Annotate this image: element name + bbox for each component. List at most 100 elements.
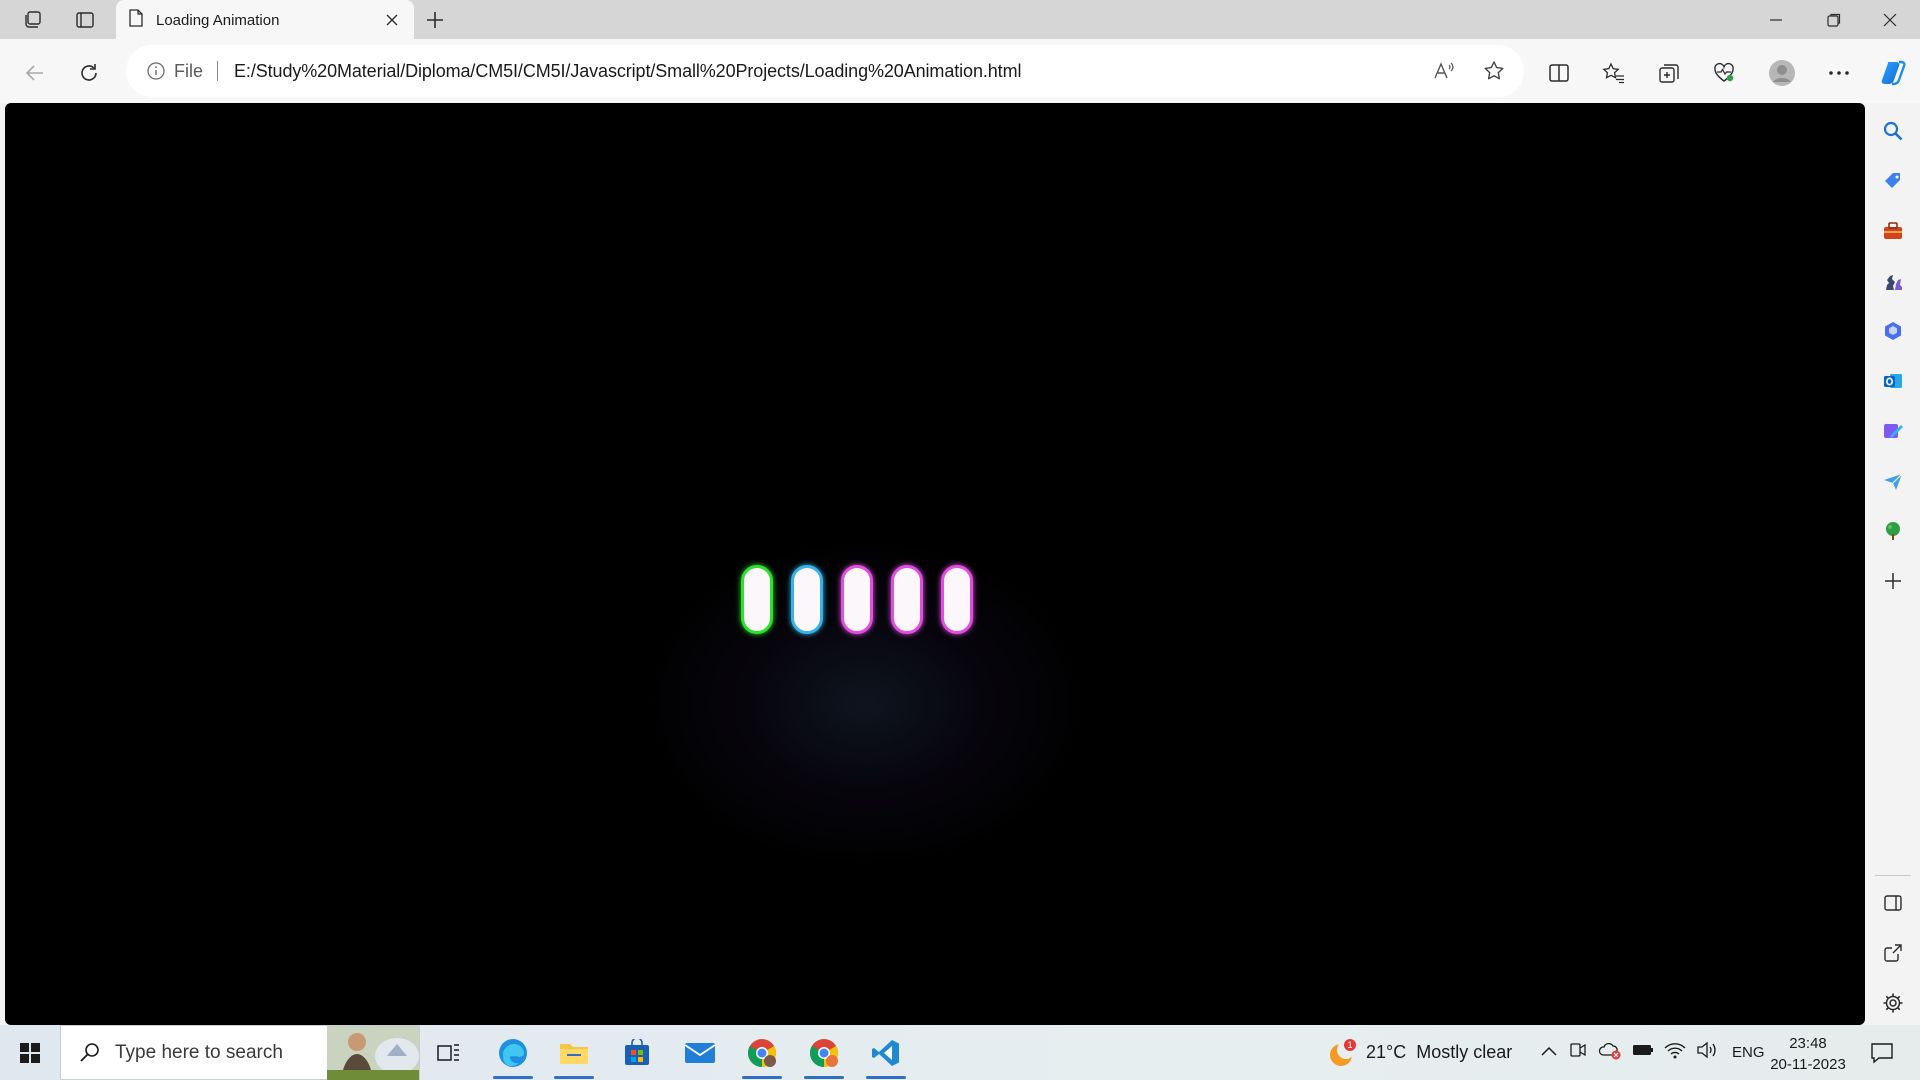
favorites-icon — [1602, 62, 1624, 84]
read-aloud-icon[interactable] — [1426, 54, 1462, 88]
taskbar-mail[interactable] — [676, 1031, 724, 1075]
favorites-button[interactable] — [1597, 56, 1631, 90]
split-screen-icon — [1549, 64, 1569, 82]
navigation-toolbar: File E:/Study%20Material/Diploma/CM5I/CM… — [0, 39, 1920, 103]
taskbar-vscode[interactable] — [862, 1031, 910, 1079]
active-indicator — [866, 1076, 906, 1079]
wifi-icon[interactable] — [1664, 1041, 1686, 1064]
split-screen-button[interactable] — [1542, 56, 1576, 90]
task-view-icon — [437, 1044, 459, 1061]
address-separator — [217, 61, 219, 81]
sidebar-games-icon[interactable] — [1879, 267, 1907, 295]
notification-icon — [1871, 1043, 1893, 1064]
info-icon — [147, 62, 165, 80]
loader-bar — [741, 565, 773, 634]
sidebar-search-icon[interactable] — [1879, 117, 1907, 145]
loader-bar — [941, 565, 973, 634]
folder-icon — [560, 1044, 588, 1064]
mail-icon — [684, 1043, 716, 1063]
url-text[interactable]: E:/Study%20Material/Diploma/CM5I/CM5I/Ja… — [234, 61, 1021, 82]
edge-sidebar — [1866, 103, 1920, 1025]
sidebar-send-icon[interactable] — [1879, 467, 1907, 495]
workspaces-icon[interactable] — [18, 6, 48, 34]
loader-bar — [791, 565, 823, 634]
window-close-button[interactable] — [1862, 0, 1918, 39]
loader-bar — [841, 565, 873, 634]
more-dots-icon — [1829, 71, 1849, 75]
search-icon — [80, 1042, 99, 1062]
active-indicator — [804, 1076, 844, 1079]
browser-window: Loading Animation File E:/Study%20Materi… — [0, 0, 1920, 1025]
sidebar-outlook-icon[interactable] — [1879, 367, 1907, 395]
restore-button[interactable] — [1806, 0, 1862, 39]
back-arrow-icon — [25, 65, 43, 81]
settings-more-button[interactable] — [1822, 56, 1856, 90]
system-tray: ENG — [1540, 1025, 1765, 1080]
taskbar-edge[interactable] — [489, 1031, 537, 1079]
back-button[interactable] — [18, 56, 52, 90]
sidebar-tools-icon[interactable] — [1879, 217, 1907, 245]
weather-widget[interactable]: 1 21°C Mostly clear — [1328, 1025, 1512, 1080]
plus-icon — [427, 12, 443, 28]
onedrive-error-icon[interactable] — [1598, 1040, 1622, 1065]
address-bar[interactable]: File E:/Study%20Material/Diploma/CM5I/CM… — [126, 45, 1524, 97]
close-icon[interactable] — [382, 10, 402, 30]
active-indicator — [742, 1076, 782, 1079]
battery-icon[interactable] — [1632, 1043, 1654, 1062]
active-indicator — [554, 1076, 594, 1079]
clock[interactable]: 23:48 20-11-2023 — [1760, 1033, 1856, 1075]
tab-actions-icon[interactable] — [70, 6, 100, 34]
new-tab-button[interactable] — [420, 6, 450, 34]
copilot-button[interactable] — [1876, 56, 1910, 90]
weather-condition: Mostly clear — [1416, 1042, 1513, 1062]
browser-essentials-button[interactable] — [1707, 56, 1741, 90]
start-button[interactable] — [10, 1037, 50, 1069]
search-placeholder: Type here to search — [115, 1041, 283, 1063]
copilot-icon — [1881, 60, 1906, 86]
vscode-icon — [872, 1040, 899, 1066]
task-view-button[interactable] — [425, 1031, 473, 1075]
windows-taskbar: Type here to search 1 21°C Mostly clear … — [0, 1025, 1920, 1080]
weather-temperature: 21°C — [1366, 1042, 1407, 1062]
taskbar-chrome-profile-1[interactable] — [738, 1031, 786, 1079]
taskbar-search-box[interactable]: Type here to search — [60, 1025, 420, 1080]
site-info-button[interactable]: File — [146, 61, 203, 82]
collections-button[interactable] — [1652, 56, 1686, 90]
taskbar-store[interactable] — [613, 1031, 661, 1075]
active-indicator — [493, 1076, 533, 1079]
loader-bar — [891, 565, 923, 634]
volume-icon[interactable] — [1696, 1041, 1718, 1064]
minimize-button[interactable] — [1748, 0, 1804, 39]
meet-now-icon[interactable] — [1568, 1040, 1588, 1065]
sidebar-hide-icon[interactable] — [1879, 889, 1907, 917]
notifications-button[interactable] — [1858, 1031, 1906, 1075]
windows-logo-icon — [20, 1043, 40, 1063]
sidebar-office-icon[interactable] — [1879, 317, 1907, 345]
avatar-icon — [1769, 60, 1795, 86]
store-icon — [625, 1039, 649, 1065]
page-icon — [128, 8, 144, 32]
weather-moon-icon: 1 — [1330, 1038, 1356, 1066]
refresh-button[interactable] — [72, 56, 106, 90]
svg-text:1: 1 — [1347, 1040, 1352, 1050]
sidebar-open-external-icon[interactable] — [1879, 939, 1907, 967]
active-tab[interactable]: Loading Animation — [116, 0, 414, 40]
taskbar-chrome-profile-2[interactable] — [800, 1031, 848, 1079]
sidebar-shopping-icon[interactable] — [1879, 167, 1907, 195]
sidebar-settings-gear-icon[interactable] — [1879, 989, 1907, 1017]
favorite-star-icon[interactable] — [1476, 54, 1512, 88]
file-label: File — [174, 60, 204, 81]
chrome-icon — [748, 1039, 776, 1067]
sidebar-designer-icon[interactable] — [1879, 417, 1907, 445]
clock-date: 20-11-2023 — [1770, 1056, 1846, 1073]
taskbar-file-explorer[interactable] — [550, 1031, 598, 1079]
tab-strip: Loading Animation — [0, 0, 1920, 40]
chrome-icon — [810, 1039, 838, 1067]
sidebar-tree-icon[interactable] — [1879, 517, 1907, 545]
profile-button[interactable] — [1765, 56, 1799, 90]
refresh-icon — [81, 64, 97, 81]
sidebar-add-icon[interactable] — [1879, 567, 1907, 595]
heart-pulse-icon — [1714, 62, 1734, 82]
chevron-up-icon[interactable] — [1540, 1044, 1558, 1062]
collections-icon — [1659, 64, 1679, 83]
